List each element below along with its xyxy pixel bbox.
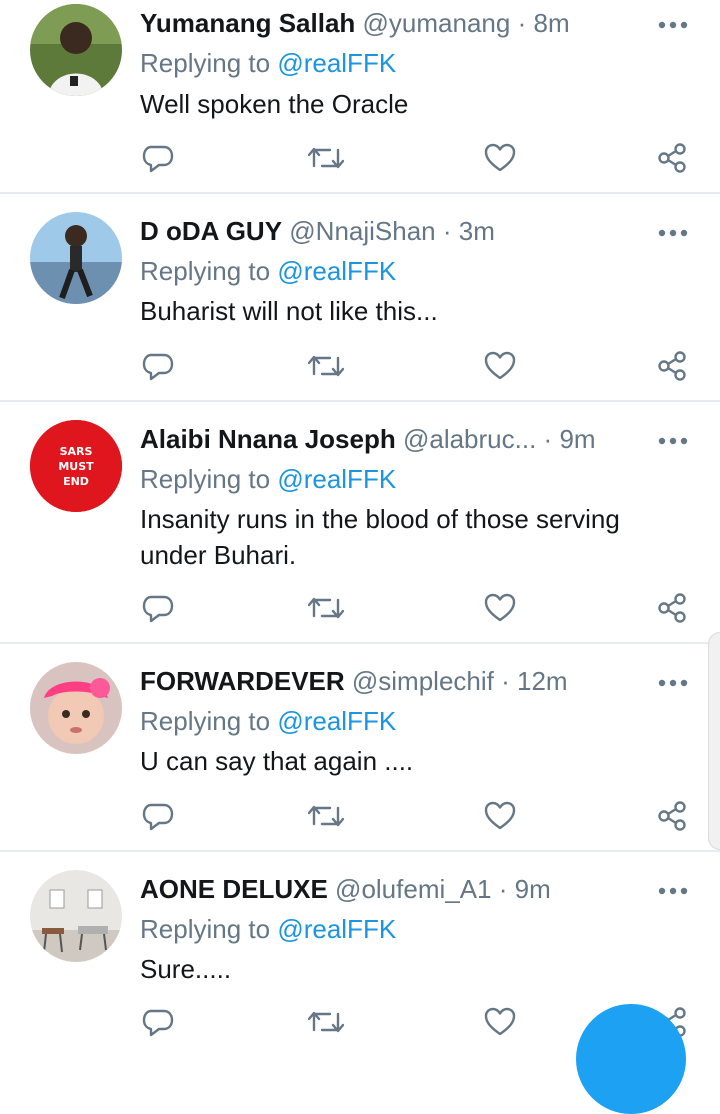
reply-icon[interactable]: [138, 1002, 178, 1042]
tweet-text: Well spoken the Oracle: [140, 89, 409, 119]
retweet-icon[interactable]: [306, 796, 346, 836]
mention-link[interactable]: @realFFK: [277, 914, 396, 944]
more-icon[interactable]: [658, 668, 688, 698]
author-handle[interactable]: @yumanang: [363, 8, 511, 38]
avatar-text-line: MUST: [58, 460, 94, 473]
more-icon[interactable]: [658, 426, 688, 456]
timestamp[interactable]: 9m: [515, 874, 551, 904]
share-icon[interactable]: [652, 588, 692, 628]
reply-icon[interactable]: [138, 346, 178, 386]
replying-to-label: Replying to: [140, 706, 271, 736]
retweet-icon[interactable]: [306, 1002, 346, 1042]
tweet-actions: [0, 588, 720, 628]
replying-to: Replying to @realFFK: [140, 254, 396, 288]
replying-to: Replying to @realFFK: [140, 462, 396, 496]
author-name[interactable]: FORWARDEVER: [140, 666, 345, 696]
like-icon[interactable]: [480, 588, 520, 628]
compose-fab-button[interactable]: [576, 1004, 686, 1114]
author-name[interactable]: Yumanang Sallah: [140, 8, 355, 38]
like-icon[interactable]: [480, 346, 520, 386]
timestamp[interactable]: 9m: [559, 424, 595, 454]
share-icon[interactable]: [652, 138, 692, 178]
separator-dot: ·: [543, 424, 553, 454]
author-name[interactable]: D oDA GUY: [140, 216, 282, 246]
timestamp[interactable]: 12m: [517, 666, 568, 696]
reply-icon[interactable]: [138, 588, 178, 628]
avatar[interactable]: [30, 212, 122, 304]
avatar[interactable]: [30, 662, 122, 754]
mention-link[interactable]: @realFFK: [277, 256, 396, 286]
reply-icon[interactable]: [138, 138, 178, 178]
separator-dot: ·: [517, 8, 527, 38]
replying-to: Replying to @realFFK: [140, 704, 396, 738]
author-handle[interactable]: @olufemi_A1: [335, 874, 491, 904]
mention-link[interactable]: @realFFK: [277, 706, 396, 736]
avatar[interactable]: [30, 870, 122, 962]
separator-dot: ·: [498, 874, 508, 904]
share-icon[interactable]: [652, 346, 692, 386]
replying-to-label: Replying to: [140, 464, 271, 494]
retweet-icon[interactable]: [306, 588, 346, 628]
author-handle[interactable]: @NnajiShan: [289, 216, 435, 246]
scrollbar[interactable]: [708, 632, 720, 850]
share-icon[interactable]: [652, 796, 692, 836]
tweet-text: U can say that again ....: [140, 746, 414, 776]
tweet[interactable]: D oDA GUY @NnajiShan · 3m Replying to @r…: [0, 194, 720, 402]
like-icon[interactable]: [480, 1002, 520, 1042]
tweet-actions: [0, 346, 720, 386]
tweet-actions: [0, 138, 720, 178]
more-icon[interactable]: [658, 10, 688, 40]
tweet-text: Sure.....: [140, 954, 232, 984]
avatar-text-line: END: [63, 475, 89, 488]
retweet-icon[interactable]: [306, 138, 346, 178]
avatar[interactable]: SARS MUST END: [30, 420, 122, 512]
more-icon[interactable]: [658, 218, 688, 248]
avatar-text-line: SARS: [60, 445, 93, 458]
author-name[interactable]: Alaibi Nnana Joseph: [140, 424, 396, 454]
mention-link[interactable]: @realFFK: [277, 464, 396, 494]
tweet-text: Insanity runs in the blood of those serv…: [140, 504, 620, 570]
reply-icon[interactable]: [138, 796, 178, 836]
mention-link[interactable]: @realFFK: [277, 48, 396, 78]
replying-to-label: Replying to: [140, 256, 271, 286]
author-handle[interactable]: @simplechif: [352, 666, 494, 696]
tweet-actions: [0, 796, 720, 836]
tweet[interactable]: SARS MUST END Alaibi Nnana Joseph @alabr…: [0, 402, 720, 644]
author-name[interactable]: AONE DELUXE: [140, 874, 328, 904]
author-handle[interactable]: @alabruc...: [403, 424, 536, 454]
like-icon[interactable]: [480, 796, 520, 836]
timestamp[interactable]: 8m: [533, 8, 569, 38]
timestamp[interactable]: 3m: [459, 216, 495, 246]
replying-to: Replying to @realFFK: [140, 46, 396, 80]
retweet-icon[interactable]: [306, 346, 346, 386]
tweet-text: Buharist will not like this...: [140, 296, 438, 326]
tweet[interactable]: Yumanang Sallah @yumanang · 8m Replying …: [0, 0, 720, 194]
like-icon[interactable]: [480, 138, 520, 178]
avatar[interactable]: [30, 4, 122, 96]
replying-to-label: Replying to: [140, 48, 271, 78]
separator-dot: ·: [442, 216, 452, 246]
more-icon[interactable]: [658, 876, 688, 906]
separator-dot: ·: [501, 666, 510, 696]
replying-to: Replying to @realFFK: [140, 912, 396, 946]
replying-to-label: Replying to: [140, 914, 271, 944]
tweet[interactable]: FORWARDEVER @simplechif · 12m Replying t…: [0, 644, 720, 852]
